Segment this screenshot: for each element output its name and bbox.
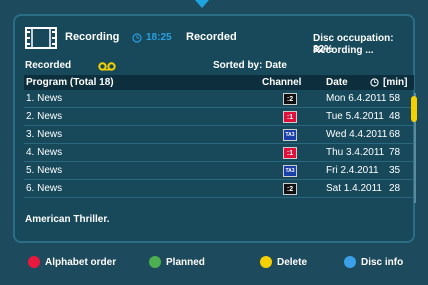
channel-logo-icon: :2 (283, 93, 297, 105)
table-row[interactable]: 2. News Tue 5.4.2011 48 :1 (24, 108, 414, 126)
table-row[interactable]: 5. News Fri 2.4.2011 35 TA3 (24, 162, 414, 180)
alphabet-order-button[interactable]: Alphabet order (28, 256, 116, 268)
program-name: 2. News (26, 111, 63, 122)
header-minutes: [min] (383, 77, 408, 88)
sort-indicator: Sorted by: Date (213, 60, 287, 71)
duration-minutes: 35 (389, 165, 401, 176)
section-title: Recorded (25, 60, 72, 71)
yellow-dot-icon (260, 256, 272, 268)
table-header: Program (Total 18) Channel Date [min] (24, 75, 414, 90)
recordings-table: Program (Total 18) Channel Date [min] 1.… (24, 75, 414, 198)
program-description: American Thriller. (25, 214, 110, 225)
disc-info-label: Disc info (361, 256, 404, 268)
duration-clock-icon (370, 78, 379, 87)
program-name: 6. News (26, 183, 63, 194)
duration-minutes: 28 (389, 183, 401, 194)
footer-buttons: Alphabet order Planned Delete Disc info (0, 256, 428, 274)
duration-minutes: 78 (389, 147, 401, 158)
red-dot-icon (28, 256, 40, 268)
tab-recorded[interactable]: Recorded (186, 31, 237, 43)
delete-button[interactable]: Delete (260, 256, 307, 268)
program-name: 1. News (26, 93, 63, 104)
tape-icon (98, 62, 116, 71)
mode-label: Recording (65, 31, 120, 43)
clock: 18:25 (132, 32, 172, 43)
table-row[interactable]: 4. News Thu 3.4.2011 78 :1 (24, 144, 414, 162)
planned-button[interactable]: Planned (149, 256, 205, 268)
header-program: Program (Total 18) (26, 77, 114, 88)
header-channel: Channel (262, 77, 302, 88)
clock-time: 18:25 (146, 32, 172, 43)
alphabet-order-label: Alphabet order (45, 256, 117, 268)
recordings-panel: Recording 18:25 Recorded Disc occupation… (13, 14, 417, 243)
program-name: 3. News (26, 129, 63, 140)
delete-label: Delete (277, 256, 308, 268)
blue-dot-icon (344, 256, 356, 268)
channel-logo-icon: :1 (283, 147, 297, 159)
header-date: Date (326, 77, 348, 88)
channel-logo-icon: TA3 (283, 129, 297, 141)
broadcast-date: Wed 4.4.2011 (326, 129, 388, 140)
film-icon (25, 27, 57, 49)
green-dot-icon (149, 256, 161, 268)
channel-logo-icon: :2 (283, 183, 297, 195)
top-pointer (195, 0, 209, 8)
channel-logo-icon: TA3 (283, 165, 297, 177)
duration-minutes: 68 (389, 129, 401, 140)
duration-minutes: 58 (389, 93, 401, 104)
recording-status: Recording ... (313, 45, 374, 56)
disc-info-button[interactable]: Disc info (344, 256, 403, 268)
scrollbar-thumb[interactable] (411, 96, 417, 122)
broadcast-date: Thu 3.4.2011 (326, 147, 385, 158)
planned-label: Planned (166, 256, 205, 268)
broadcast-date: Mon 6.4.2011 (326, 93, 387, 104)
broadcast-date: Sat 1.4.2011 (326, 183, 382, 194)
table-row[interactable]: 6. News Sat 1.4.2011 28 :2 (24, 180, 414, 198)
clock-icon (132, 32, 142, 43)
program-name: 4. News (26, 147, 63, 158)
table-rows: 1. News Mon 6.4.2011 58 :2 2. News Tue 5.4.20… (24, 90, 414, 198)
table-row[interactable]: 1. News Mon 6.4.2011 58 :2 (24, 90, 414, 108)
broadcast-date: Tue 5.4.2011 (326, 111, 384, 122)
channel-logo-icon: :1 (283, 111, 297, 123)
duration-minutes: 48 (389, 111, 401, 122)
program-name: 5. News (26, 165, 63, 176)
table-row[interactable]: 3. News Wed 4.4.2011 68 TA3 (24, 126, 414, 144)
broadcast-date: Fri 2.4.2011 (326, 165, 379, 176)
